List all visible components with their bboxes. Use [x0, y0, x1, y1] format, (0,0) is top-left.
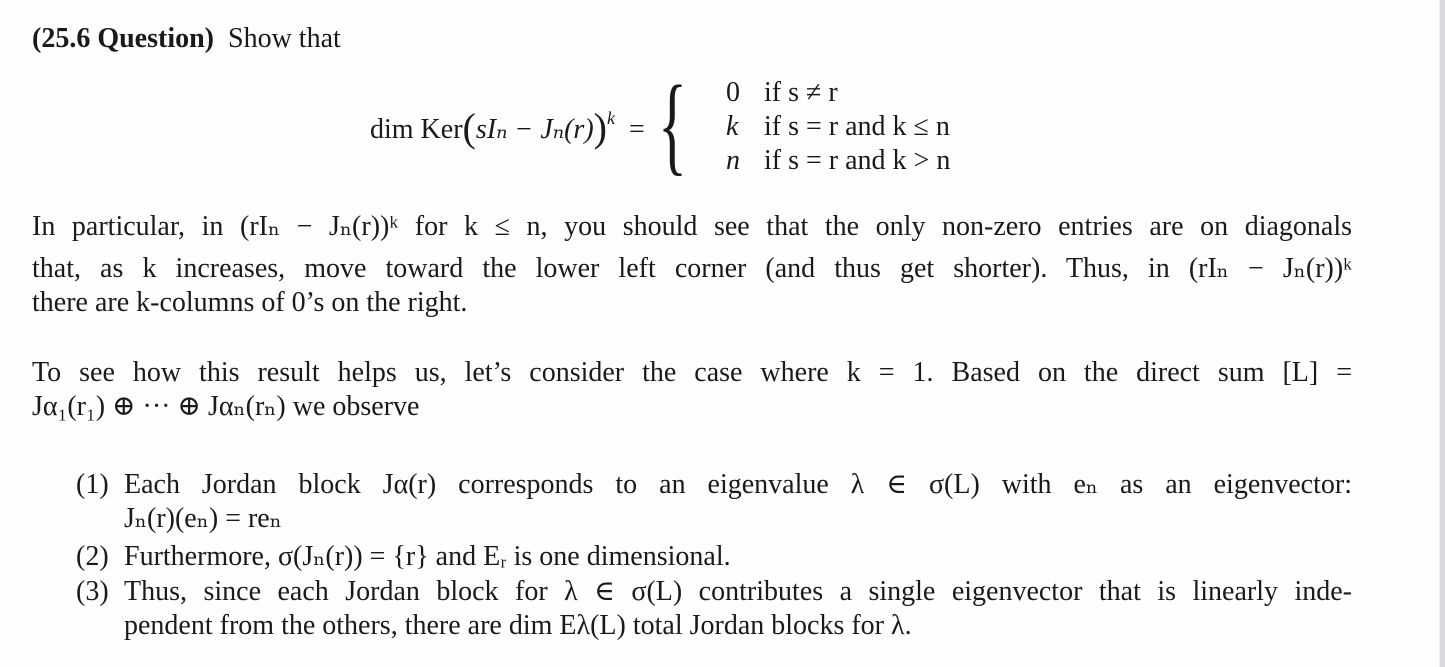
list-item-line: Each Jordan block Jα(r) corresponds to a… — [124, 469, 1352, 500]
question-intro: Show that — [228, 23, 341, 54]
paragraph-line: To see how this result helps us, let’s c… — [32, 357, 1352, 388]
cases-brace: { — [658, 63, 688, 185]
equation-cases: 0 if s ≠ r k if s = r and k ≤ n n if s = r … — [726, 76, 950, 178]
case-condition: if s ≠ r — [764, 77, 838, 108]
case-value: k — [726, 111, 739, 142]
case-row: 0 if s ≠ r — [726, 76, 950, 110]
list-item-line: Furthermore, σ(Jₙ(r)) = {r} and Eᵣ is on… — [124, 541, 731, 572]
paragraph-line: Jα₁(r₁) ⊕ ··· ⊕ Jαₙ(rₙ) we observe — [32, 391, 420, 422]
equation-lhs-body: sIₙ − Jₙ(r) — [475, 114, 594, 145]
case-row: k if s = r and k ≤ n — [726, 110, 950, 144]
display-equation: dim Ker(sIₙ − Jₙ(r))k = { 0 if s ≠ r k if … — [370, 64, 1030, 190]
scrollbar-track[interactable] — [1439, 0, 1445, 667]
equation-lhs-prefix: dim Ker — [370, 114, 463, 145]
equation-exponent: k — [606, 107, 615, 128]
paragraph-line: that, as k increases, move toward the lo… — [32, 253, 1352, 284]
equation-lhs: dim Ker(sIₙ − Jₙ(r))k = — [370, 105, 645, 150]
list-item: (1) Each Jordan block Jα(r) corresponds … — [76, 468, 1352, 538]
equation-equals: = — [628, 114, 645, 145]
list-item: (3) Thus, since each Jordan block for λ … — [76, 575, 1352, 645]
case-condition: if s = r and k > n — [764, 145, 951, 176]
list-item-number: (3) — [76, 576, 109, 607]
document-page: (25.6 Question) Show that dim Ker(sIₙ − … — [0, 0, 1440, 667]
case-value: n — [726, 145, 740, 176]
list-item: (2) Furthermore, σ(Jₙ(r)) = {r} and Eᵣ i… — [76, 540, 1352, 574]
list-item-line: Thus, since each Jordan block for λ ∈ σ(… — [124, 576, 1352, 607]
paragraph-line: In particular, in (rIₙ − Jₙ(r))ᵏ for k ≤… — [32, 211, 1352, 242]
list-item-number: (1) — [76, 469, 109, 500]
case-value: 0 — [726, 77, 740, 108]
case-condition: if s = r and k ≤ n — [764, 111, 950, 142]
paragraph-line: there are k-columns of 0’s on the right. — [32, 287, 468, 318]
list-item-line: Jₙ(r)(eₙ) = reₙ — [124, 503, 282, 534]
question-heading: (25.6 Question) Show that — [32, 22, 341, 56]
case-row: n if s = r and k > n — [726, 144, 950, 178]
list-item-number: (2) — [76, 541, 109, 572]
list-item-line: pendent from the others, there are dim E… — [124, 610, 912, 641]
question-label: (25.6 Question) — [32, 23, 214, 54]
